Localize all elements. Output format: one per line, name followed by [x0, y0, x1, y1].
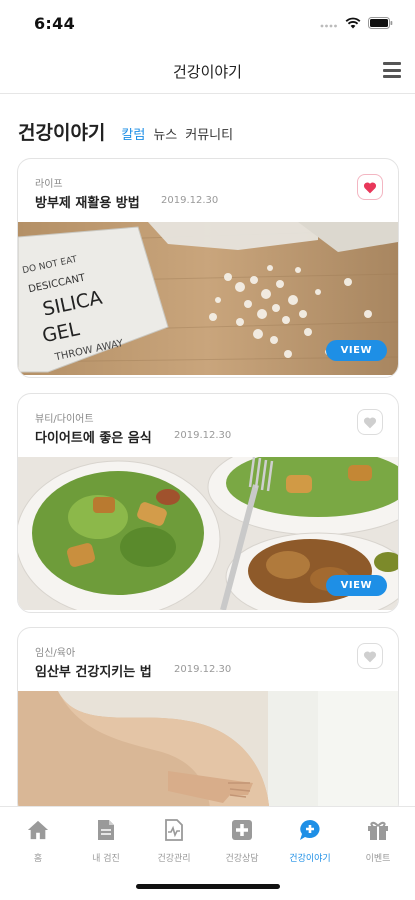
- tab-column[interactable]: 칼럼: [121, 124, 145, 143]
- story-card[interactable]: 뷰티/다이어트 다이어트에 좋은 음식 2019.12.30 VIEW: [17, 393, 399, 613]
- story-card[interactable]: 임신/육아 임산부 건강지키는 법 2019.12.30: [17, 627, 399, 817]
- card-image-silica-gel: DO NOT EAT DESICCANT SILICA GEL THROW AW…: [18, 222, 398, 375]
- status-time: 6:44: [34, 14, 75, 33]
- card-title: 방부제 재활용 방법: [35, 196, 140, 211]
- medical-cross-icon: [232, 820, 252, 840]
- view-button[interactable]: VIEW: [325, 340, 387, 361]
- heart-filled-icon: [363, 181, 377, 193]
- tab-news[interactable]: 뉴스: [153, 124, 177, 143]
- tab-label: 건강상담: [225, 854, 259, 864]
- tab-event[interactable]: 이벤트: [344, 817, 412, 864]
- tab-community[interactable]: 커뮤니티: [185, 124, 233, 143]
- like-button[interactable]: [357, 643, 383, 669]
- section-title: 건강이야기: [18, 122, 106, 144]
- tab-health-consult[interactable]: 건강상담: [208, 817, 276, 864]
- tab-label: 건강관리: [157, 854, 191, 864]
- card-category: 라이프: [35, 179, 63, 190]
- gift-icon: [368, 821, 388, 840]
- card-title: 임산부 건강지키는 법: [35, 665, 152, 680]
- card-date: 2019.12.30: [174, 664, 232, 675]
- like-button[interactable]: [357, 174, 383, 200]
- status-icons: [320, 17, 393, 29]
- document-icon: [98, 820, 114, 840]
- card-image-pregnant-belly: [18, 691, 398, 816]
- tab-health-story[interactable]: 건강이야기: [276, 817, 344, 864]
- tab-health-management[interactable]: 건강관리: [140, 817, 208, 864]
- tab-label: 홈: [33, 854, 43, 864]
- tab-label: 건강이야기: [289, 854, 331, 864]
- card-date: 2019.12.30: [174, 430, 232, 441]
- cellular-signal-icon: [320, 24, 337, 28]
- story-card[interactable]: 라이프 방부제 재활용 방법 2019.12.30 DO NOT EAT DES…: [17, 158, 399, 378]
- chat-icon: [300, 820, 320, 840]
- card-image-salad-bowls: VIEW: [18, 457, 398, 610]
- section-header: 건강이야기 칼럼 뉴스 커뮤니티: [18, 118, 241, 145]
- card-title: 다이어트에 좋은 음식: [35, 431, 152, 446]
- card-category: 임신/육아: [35, 648, 76, 659]
- wifi-icon: [345, 17, 361, 29]
- card-category: 뷰티/다이어트: [35, 414, 94, 425]
- tab-label: 이벤트: [365, 854, 391, 864]
- tab-label: 내 검진: [92, 854, 120, 864]
- battery-icon: [368, 17, 393, 29]
- like-button[interactable]: [357, 409, 383, 435]
- hamburger-menu-icon[interactable]: [383, 62, 401, 78]
- heart-outline-icon: [363, 416, 377, 428]
- view-button[interactable]: VIEW: [325, 575, 387, 596]
- tab-my-checkup[interactable]: 내 검진: [72, 817, 140, 864]
- status-bar: 6:44: [0, 0, 415, 48]
- card-date: 2019.12.30: [161, 195, 219, 206]
- health-chart-icon: [165, 819, 183, 841]
- nav-title: 건강이야기: [172, 63, 242, 81]
- heart-outline-icon: [363, 650, 377, 662]
- home-indicator: [136, 884, 280, 889]
- navigation-bar: 건강이야기: [0, 48, 415, 94]
- home-icon: [27, 820, 49, 840]
- tab-home[interactable]: 홈: [4, 817, 72, 864]
